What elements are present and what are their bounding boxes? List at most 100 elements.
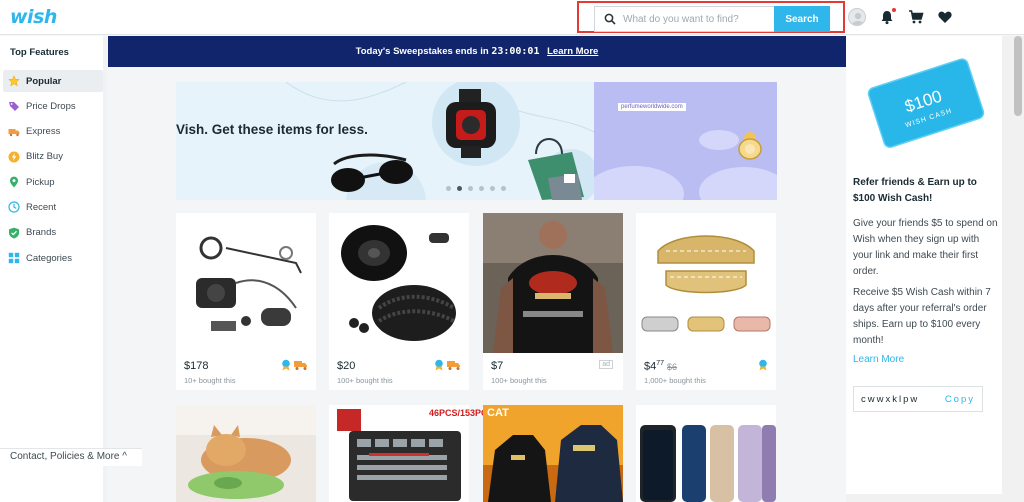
user-icon	[852, 12, 864, 25]
lightning-icon	[8, 151, 20, 163]
price-main: $4	[644, 360, 657, 373]
clock-icon	[8, 201, 20, 214]
carousel-dot-active[interactable]	[457, 186, 462, 191]
product-price: $7	[491, 360, 504, 372]
referral-code-box: cwwxklpw Copy	[853, 386, 983, 412]
product-image-bike-engine-kit	[176, 213, 316, 353]
footer-links-toggle[interactable]: Contact, Policies & More ^	[0, 448, 142, 466]
price-cents: 77	[656, 360, 665, 367]
wishlist-button[interactable]	[937, 9, 953, 25]
referral-learn-more-link[interactable]: Learn More	[853, 354, 904, 365]
product-card[interactable]: $178 10+ bought this	[176, 213, 316, 390]
sidebar: Top Features Popular Price Drops Express…	[0, 36, 107, 502]
product-image-clutch-chain	[329, 213, 469, 353]
product-card[interactable]: $7 100+ bought this ad	[483, 213, 623, 390]
wish-cash-card-image: $100 WISH CASH	[867, 58, 985, 148]
product-card[interactable]: $477 $6 1,000+ bought this	[636, 213, 776, 390]
copy-code-button[interactable]: Copy	[945, 394, 975, 405]
sidebar-item-label: Pickup	[26, 176, 55, 188]
product-price: $477 $6	[644, 360, 677, 373]
sidebar-item-label: Categories	[26, 252, 72, 264]
sidebar-item-popular[interactable]: Popular	[3, 70, 103, 92]
ribbon-badge-icon	[435, 359, 443, 371]
search-input[interactable]	[623, 11, 771, 28]
sidebar-item-pickup[interactable]: Pickup	[3, 171, 103, 193]
sweepstakes-timer: 23:00:01	[491, 46, 540, 57]
sweepstakes-text: Today's Sweepstakes ends in	[355, 46, 489, 57]
top-bar: wish Search	[0, 0, 1024, 35]
referral-description: Give your friends $5 to spend on Wish wh…	[853, 218, 998, 277]
hero-headline: Vish. Get these items for less.	[176, 122, 368, 137]
sidebar-item-blitz-buy[interactable]: Blitz Buy	[3, 146, 103, 168]
old-price: $6	[667, 361, 678, 372]
product-image-tshirt	[483, 213, 623, 353]
product-card[interactable]	[636, 405, 776, 502]
carousel-dots[interactable]	[446, 186, 506, 191]
referral-reward-description: Receive $5 Wish Cash within 7 days after…	[853, 287, 991, 346]
product-sold-count: 100+ bought this	[491, 376, 547, 385]
product-image-tool-set	[329, 405, 469, 502]
product-sold-count: 100+ bought this	[337, 376, 393, 385]
product-brand-label: CAT	[487, 407, 509, 419]
sidebar-item-brands[interactable]: Brands	[3, 222, 103, 244]
product-badges	[281, 359, 308, 371]
search-highlight-box: Search	[577, 1, 845, 33]
product-image-smartphones	[636, 405, 776, 502]
page-scrollbar-thumb[interactable]	[1014, 36, 1022, 116]
panel-horizontal-scrollbar[interactable]	[846, 494, 1002, 502]
heart-icon	[938, 11, 952, 23]
sidebar-item-price-drops[interactable]: Price Drops	[3, 95, 103, 117]
product-card[interactable]: CAT	[483, 405, 623, 502]
sidebar-item-categories[interactable]: Categories	[3, 247, 103, 269]
sidebar-item-label: Express	[26, 126, 61, 138]
product-card[interactable]: 46PCS/153PCS	[329, 405, 494, 502]
express-truck-icon	[294, 361, 307, 370]
cart-icon	[909, 10, 924, 24]
product-sold-count: 1,000+ bought this	[644, 376, 706, 385]
promo-banner-perfume[interactable]: perfumeworldwide.com	[594, 82, 777, 200]
carousel-dot[interactable]	[479, 186, 484, 191]
search-icon	[604, 13, 616, 25]
grid-icon	[8, 252, 20, 264]
referral-title: Refer friends & Earn up to $100 Wish Cas…	[853, 177, 977, 204]
express-truck-icon	[447, 361, 460, 370]
ribbon-badge-icon	[282, 359, 290, 371]
wish-logo[interactable]: wish	[10, 6, 57, 28]
carousel-dot[interactable]	[490, 186, 495, 191]
search-field[interactable]	[594, 6, 774, 32]
sidebar-title: Top Features	[10, 47, 69, 58]
sunglasses-watch-bag-image	[331, 89, 584, 200]
product-sold-count: 10+ bought this	[184, 376, 236, 385]
sidebar-item-label: Recent	[26, 201, 57, 213]
product-image-cat-pillow	[176, 405, 316, 502]
notification-dot	[892, 8, 896, 12]
sidebar-scrollbar[interactable]	[103, 36, 107, 502]
product-badges	[758, 359, 768, 371]
sidebar-item-express[interactable]: Express	[3, 121, 103, 143]
sweepstakes-learn-more-link[interactable]: Learn More	[547, 46, 598, 57]
header-icons	[848, 8, 953, 26]
sidebar-item-recent[interactable]: Recent	[3, 196, 103, 218]
notifications-button[interactable]	[879, 8, 896, 25]
tag-icon	[9, 102, 19, 112]
product-price: $20	[337, 360, 356, 372]
avatar[interactable]	[848, 8, 866, 26]
cart-button[interactable]	[908, 9, 924, 25]
sidebar-item-label: Popular	[26, 75, 62, 87]
hero-carousel[interactable]: Vish. Get these items for less.	[176, 82, 594, 200]
product-image-teeth-grillz	[636, 213, 776, 353]
carousel-dot[interactable]	[468, 186, 473, 191]
product-card[interactable]: $20 100+ bought this	[329, 213, 469, 390]
location-pin-icon	[10, 176, 18, 188]
ribbon-badge-icon	[759, 359, 767, 371]
product-price: $178	[184, 360, 209, 372]
star-icon	[8, 75, 20, 87]
promo-banner-url: perfumeworldwide.com	[618, 103, 686, 111]
truck-icon	[8, 128, 20, 136]
product-badges	[434, 359, 461, 371]
ad-badge: ad	[599, 360, 613, 369]
carousel-dot[interactable]	[501, 186, 506, 191]
product-card[interactable]	[176, 405, 316, 502]
carousel-dot[interactable]	[446, 186, 451, 191]
search-button[interactable]: Search	[774, 6, 830, 32]
